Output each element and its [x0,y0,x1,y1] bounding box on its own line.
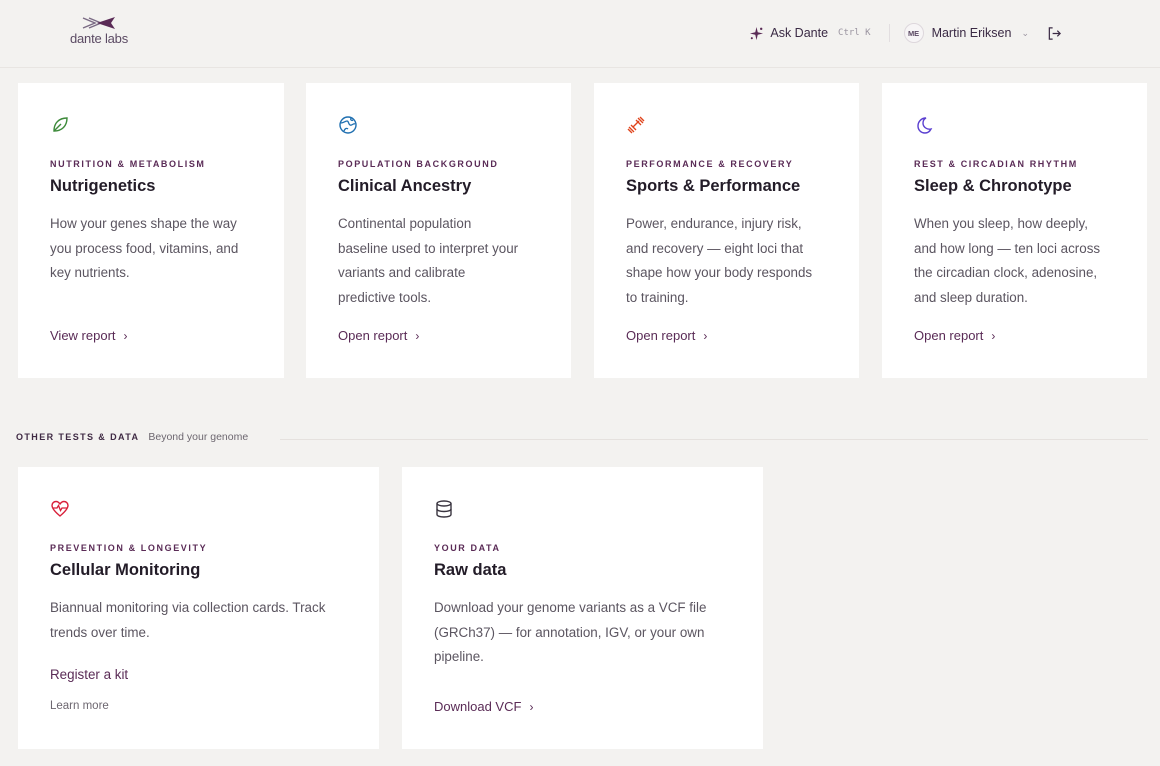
description-line: Power, endurance, injury risk, [626,216,802,231]
description-line: When you sleep, how deeply, [914,216,1088,231]
report-description: Continental population baseline used to … [338,212,568,310]
report-eyebrow: PERFORMANCE & RECOVERY [626,159,794,169]
report-eyebrow: NUTRITION & METABOLISM [50,159,206,169]
report-description: Power, endurance, injury risk, and recov… [626,212,856,310]
report-title: Sports & Performance [626,177,801,195]
link-label: View report [50,328,116,343]
brand-name: dante labs [70,31,128,46]
link-label: Download VCF [434,699,522,714]
top-bar: dante labs Ask Dante Ctrl K ME Martin Er… [0,0,1160,68]
report-eyebrow: REST & CIRCADIAN RHYTHM [914,159,1078,169]
report-card-nutrigenetics[interactable]: NUTRITION & METABOLISM Nutrigenetics How… [18,83,284,378]
sparkle-icon [750,26,764,40]
header-divider [888,24,890,42]
download-vcf-link[interactable]: Download VCF › [434,699,533,714]
card-eyebrow: PREVENTION & LONGEVITY [50,543,208,553]
logout-button[interactable] [1047,26,1062,41]
ask-dante-button[interactable]: Ask Dante Ctrl K [749,26,871,41]
description-line: How your genes shape the way [50,216,237,231]
description-line: baseline used to interpret your [338,240,519,256]
header-actions: Ask Dante Ctrl K ME Martin Eriksen ⌄ [749,22,1062,44]
section-subtitle: Beyond your genome [148,431,249,443]
open-report-link[interactable]: Open report › [338,328,419,343]
description-line: the circadian clock, adenosine, [914,265,1098,280]
card-title: Raw data [434,561,507,579]
chevron-right-icon: › [991,328,996,343]
chevron-right-icon: › [529,699,534,714]
description-line: and sleep duration. [914,289,1028,305]
report-card-clinical-ancestry[interactable]: POPULATION BACKGROUND Clinical Ancestry … [306,83,571,378]
link-label: Open report [914,328,984,343]
report-description: When you sleep, how deeply, and how long… [914,212,1144,310]
description-line: and how long — ten loci across [914,240,1101,256]
report-title: Clinical Ancestry [338,177,472,195]
section-heading-other-tests: OTHER TESTS & DATA Beyond your genome [16,431,248,443]
globe-icon [338,115,358,135]
description-line: Biannual monitoring via collection cards… [50,600,326,615]
card-cellular-monitoring: PREVENTION & LONGEVITY Cellular Monitori… [18,467,379,749]
chevron-down-icon: ⌄ [1021,27,1029,38]
report-card-sports-performance[interactable]: PERFORMANCE & RECOVERY Sports & Performa… [594,83,859,378]
description-line: Continental population [338,216,472,231]
logout-icon [1048,26,1061,40]
description-line: variants and calibrate [338,265,466,280]
chevron-right-icon: › [703,328,708,343]
view-report-link[interactable]: View report › [50,328,128,343]
card-description: Biannual monitoring via collection cards… [50,596,370,645]
dumbbell-icon [626,115,646,135]
report-title: Sleep & Chronotype [914,177,1072,195]
open-report-link[interactable]: Open report › [626,328,707,343]
dante-labs-logo-icon [82,17,115,29]
link-label: Register a kit [50,667,129,682]
description-line: trends over time. [50,624,150,640]
card-title: Cellular Monitoring [50,561,201,579]
report-eyebrow: POPULATION BACKGROUND [338,159,499,169]
description-line: predictive tools. [338,289,432,305]
description-line: Download your genome variants as a VCF f… [434,600,707,615]
description-line: (GRCh37) — for annotation, IGV, or your … [434,624,705,640]
open-report-link[interactable]: Open report › [914,328,995,343]
link-label: Open report [338,328,408,343]
ask-dante-label: Ask Dante [770,26,829,40]
description-line: key nutrients. [50,265,130,280]
description-line: pipeline. [434,649,484,664]
avatar: ME [903,23,924,43]
moon-icon [914,115,934,135]
card-raw-data: YOUR DATA Raw data Download your genome … [402,467,763,749]
user-name: Martin Eriksen [931,26,1012,40]
card-description: Download your genome variants as a VCF f… [434,596,754,670]
section-divider [280,439,1148,440]
link-label: Open report [626,328,696,343]
heart-pulse-icon [50,499,70,519]
description-line: to training. [626,289,689,305]
ask-shortcut: Ctrl K [838,28,871,38]
database-icon [434,499,454,519]
leaf-icon [50,115,70,135]
user-menu[interactable]: ME Martin Eriksen ⌄ [903,23,1029,43]
learn-more-link[interactable]: Learn more [50,700,109,712]
description-line: you process food, vitamins, and [50,240,239,256]
description-line: and recovery — eight loci that [626,240,804,256]
section-title: OTHER TESTS & DATA [16,432,140,442]
report-description: How your genes shape the way you process… [50,212,280,286]
report-card-sleep-chronotype[interactable]: REST & CIRCADIAN RHYTHM Sleep & Chronoty… [882,83,1147,378]
register-kit-link[interactable]: Register a kit [50,667,128,682]
chevron-right-icon: › [415,328,420,343]
brand-logo[interactable]: dante labs [66,16,132,50]
report-title: Nutrigenetics [50,177,156,195]
description-line: shape how your body responds [626,265,813,280]
chevron-right-icon: › [123,328,128,343]
card-eyebrow: YOUR DATA [434,543,501,553]
